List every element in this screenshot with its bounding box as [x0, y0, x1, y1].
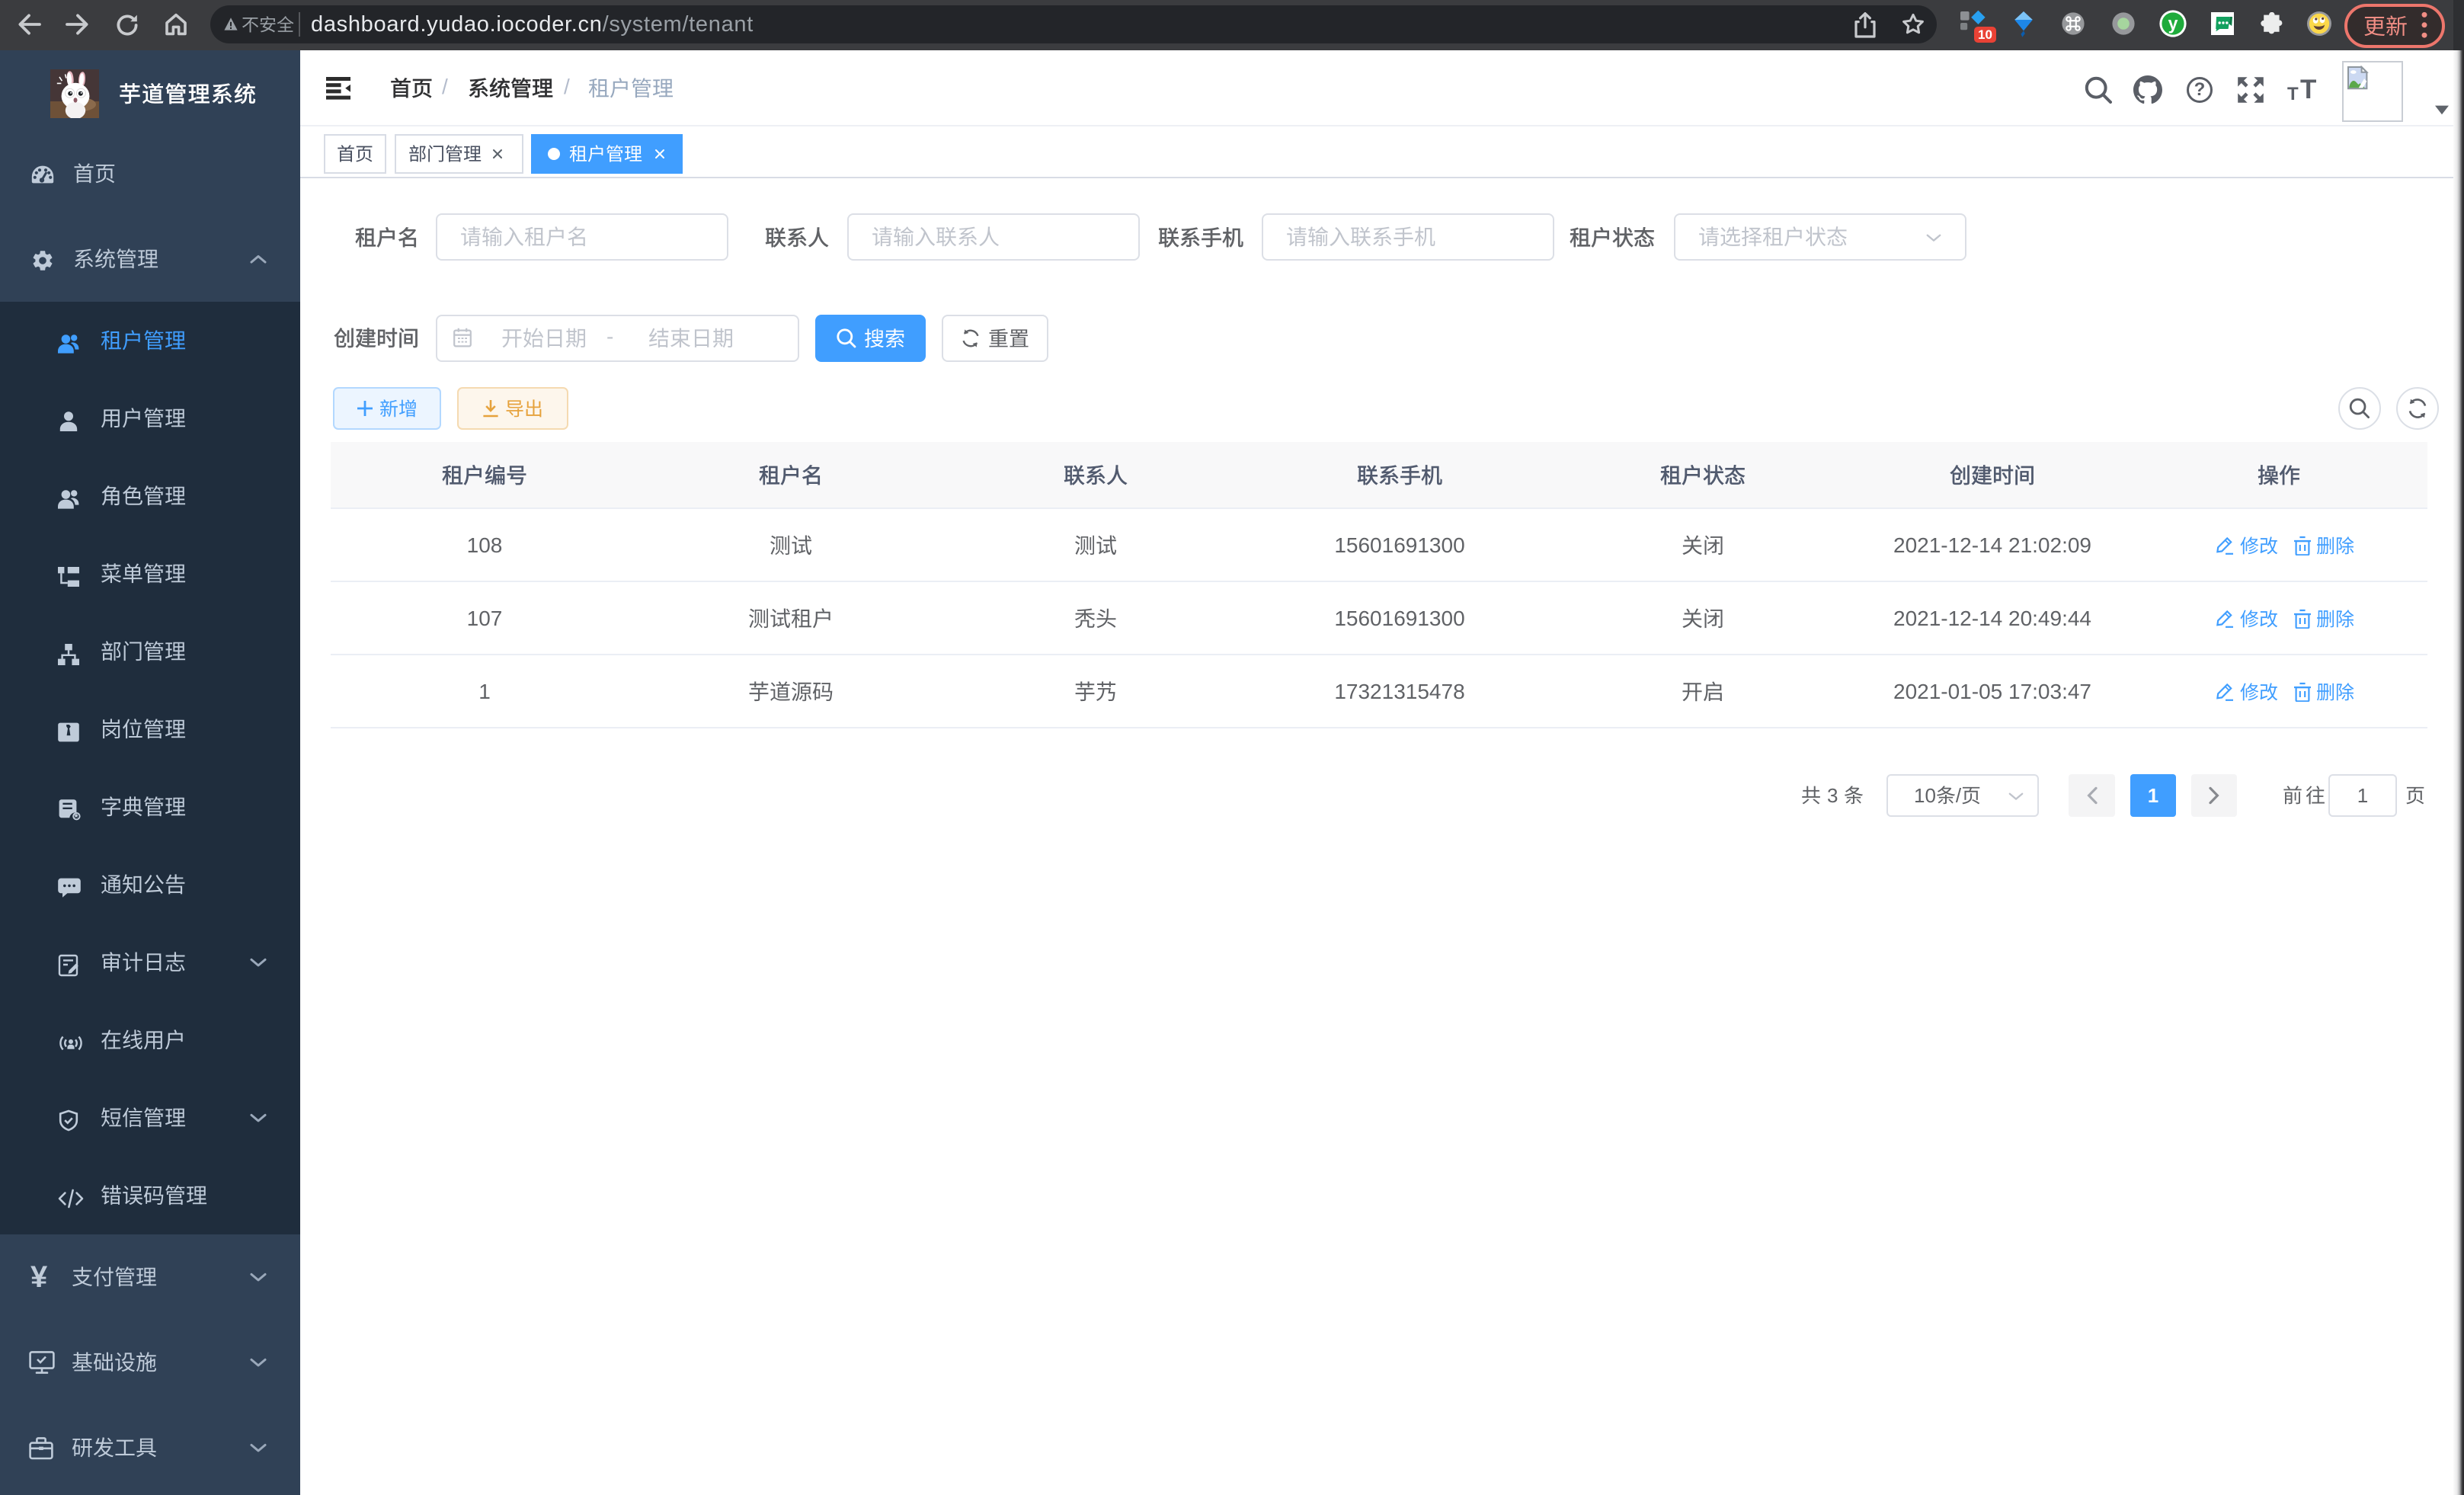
svg-text:y: y: [2168, 14, 2178, 34]
